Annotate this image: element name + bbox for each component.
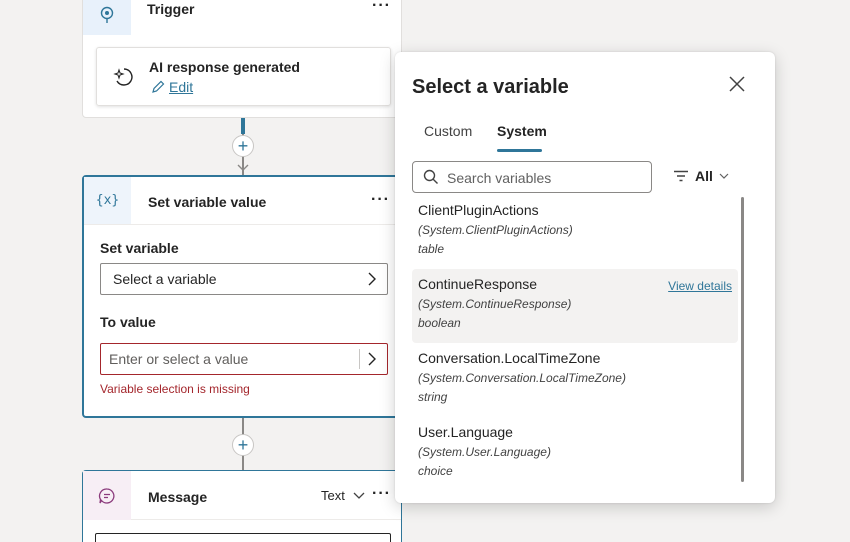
chat-bubble-icon bbox=[98, 487, 115, 504]
set-variable-more-button[interactable]: ··· bbox=[371, 191, 390, 209]
variable-type: boolean bbox=[418, 316, 461, 330]
chevron-down-icon bbox=[719, 173, 729, 179]
to-value-divider bbox=[359, 349, 360, 369]
chevron-down-icon bbox=[353, 492, 365, 499]
message-icon-tile bbox=[83, 471, 131, 520]
select-variable-field[interactable]: Select a variable bbox=[100, 263, 388, 295]
connector-accent bbox=[241, 118, 245, 134]
trigger-pin-icon bbox=[100, 6, 114, 23]
variable-type: string bbox=[418, 390, 448, 404]
to-value-placeholder: Enter or select a value bbox=[109, 351, 249, 367]
to-value-field[interactable]: Enter or select a value bbox=[100, 343, 388, 375]
chevron-right-icon[interactable] bbox=[365, 351, 379, 367]
add-node-button[interactable]: + bbox=[232, 135, 254, 157]
variable-path: (System.ClientPluginActions) bbox=[418, 223, 573, 237]
variable-name: Conversation.LocalTimeZone bbox=[418, 350, 601, 366]
variable-icon: {x} bbox=[95, 193, 120, 208]
variable-item[interactable]: ContinueResponse (System.ContinueRespons… bbox=[412, 269, 738, 343]
set-variable-header: {x} Set variable value ··· bbox=[84, 177, 400, 225]
trigger-more-button[interactable]: ··· bbox=[372, 0, 391, 15]
variable-icon-tile: {x} bbox=[84, 177, 131, 224]
select-variable-value: Select a variable bbox=[113, 271, 217, 287]
add-node-button[interactable]: + bbox=[232, 434, 254, 456]
view-details-link[interactable]: View details bbox=[668, 279, 732, 293]
message-type-label: Text bbox=[321, 488, 345, 503]
variable-path: (System.ContinueResponse) bbox=[418, 297, 572, 311]
variable-error-message: Variable selection is missing bbox=[100, 382, 250, 396]
message-more-button[interactable]: ··· bbox=[372, 485, 391, 503]
arrow-down-icon bbox=[237, 164, 249, 171]
set-variable-title: Set variable value bbox=[148, 194, 267, 210]
close-icon[interactable] bbox=[727, 74, 747, 94]
message-card[interactable]: Message Text ··· bbox=[82, 470, 402, 542]
trigger-icon-tile bbox=[83, 0, 131, 35]
to-value-label: To value bbox=[100, 314, 156, 330]
trigger-event-label: AI response generated bbox=[149, 59, 300, 75]
tab-system[interactable]: System bbox=[497, 123, 547, 139]
filter-dropdown[interactable]: All bbox=[673, 168, 729, 184]
tab-active-indicator bbox=[497, 149, 542, 152]
popup-title: Select a variable bbox=[412, 76, 569, 98]
message-body-box[interactable] bbox=[95, 533, 391, 542]
ai-sparkle-icon bbox=[113, 68, 133, 86]
select-variable-popup: Select a variable Custom System All Clie… bbox=[395, 52, 775, 503]
edit-label: Edit bbox=[169, 79, 194, 95]
variable-list: ClientPluginActions (System.ClientPlugin… bbox=[412, 195, 738, 491]
variable-name: User.Language bbox=[418, 424, 513, 440]
set-variable-card[interactable]: {x} Set variable value ··· Set variable … bbox=[82, 175, 402, 418]
variable-type: table bbox=[418, 242, 445, 256]
variable-name: ClientPluginActions bbox=[418, 202, 539, 218]
variable-path: (System.Conversation.LocalTimeZone) bbox=[418, 371, 626, 385]
tab-custom[interactable]: Custom bbox=[424, 123, 472, 139]
pencil-icon bbox=[152, 80, 165, 93]
message-type-dropdown[interactable]: Text bbox=[321, 488, 365, 503]
chevron-right-icon bbox=[368, 272, 376, 286]
variable-item[interactable]: User.Language (System.User.Language) cho… bbox=[412, 417, 738, 491]
search-input[interactable] bbox=[447, 168, 642, 188]
search-icon bbox=[423, 169, 438, 184]
list-scrollbar[interactable] bbox=[741, 197, 744, 482]
variable-path: (System.User.Language) bbox=[418, 445, 551, 459]
search-box[interactable] bbox=[412, 161, 652, 193]
trigger-card[interactable]: Trigger ··· AI response generated Edit bbox=[82, 0, 402, 118]
trigger-edit-link[interactable]: Edit bbox=[151, 79, 193, 95]
variable-item[interactable]: Conversation.LocalTimeZone (System.Conve… bbox=[412, 343, 738, 417]
trigger-title: Trigger bbox=[147, 1, 195, 17]
filter-icon bbox=[674, 170, 688, 182]
variable-type: choice bbox=[418, 464, 453, 478]
message-header: Message Text ··· bbox=[83, 471, 401, 520]
variable-item[interactable]: ClientPluginActions (System.ClientPlugin… bbox=[412, 195, 738, 269]
filter-label: All bbox=[695, 168, 713, 184]
message-title: Message bbox=[148, 489, 208, 505]
set-variable-label: Set variable bbox=[100, 240, 179, 256]
trigger-event-box[interactable]: AI response generated Edit bbox=[96, 47, 391, 106]
